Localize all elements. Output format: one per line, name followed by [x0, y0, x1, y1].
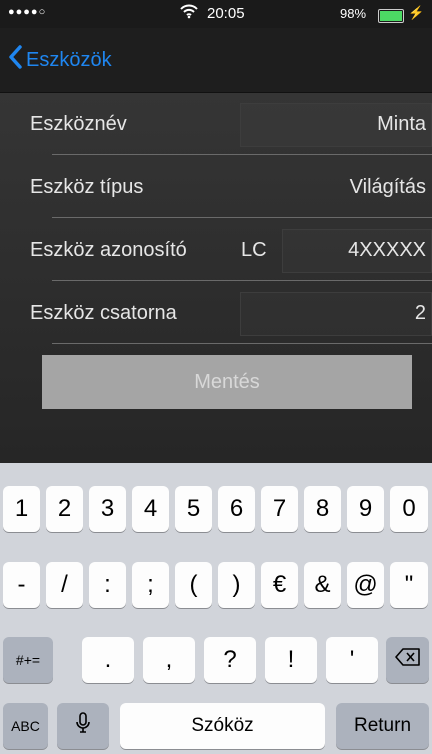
key-exclamation[interactable]: ! [265, 637, 317, 683]
delete-key[interactable] [386, 637, 429, 683]
device-channel-input[interactable]: 2 [415, 302, 426, 325]
key-7[interactable]: 7 [261, 486, 298, 532]
key-hyphen[interactable]: - [3, 562, 40, 608]
battery-percent: 98% [340, 6, 367, 21]
key-3[interactable]: 3 [89, 486, 126, 532]
space-key[interactable]: Szóköz [120, 703, 325, 749]
divider [52, 217, 432, 218]
form-row-device-id: Eszköz azonosító LC 4XXXXX [0, 219, 432, 281]
key-5[interactable]: 5 [175, 486, 212, 532]
navigation-bar: Eszközök [0, 28, 432, 93]
microphone-icon [75, 711, 91, 742]
key-slash[interactable]: / [46, 562, 83, 608]
key-apostrophe[interactable]: ' [326, 637, 378, 683]
charging-icon: ⚡ [408, 5, 425, 20]
form-row-device-channel: Eszköz csatorna 2 [0, 282, 432, 344]
key-open-paren[interactable]: ( [175, 562, 212, 608]
key-semicolon[interactable]: ; [132, 562, 169, 608]
key-question[interactable]: ? [204, 637, 256, 683]
device-form: Eszköznév Minta Eszköz típus Világítás E… [0, 93, 432, 463]
wifi-icon [180, 3, 198, 23]
key-at[interactable]: @ [347, 562, 384, 608]
backspace-icon [394, 646, 421, 674]
device-type-label: Eszköz típus [30, 176, 144, 198]
signal-strength: ●●●●○ [8, 6, 47, 18]
divider [52, 343, 432, 344]
battery-icon [378, 9, 404, 23]
divider [52, 280, 432, 281]
key-1[interactable]: 1 [3, 486, 40, 532]
dictation-key[interactable] [57, 703, 109, 749]
key-9[interactable]: 9 [347, 486, 384, 532]
device-type-value[interactable]: Világítás [350, 176, 426, 199]
device-id-prefix: LC [241, 239, 267, 261]
status-bar: ●●●●○ 20:05 98% ⚡ [0, 0, 432, 28]
save-button[interactable]: Mentés [42, 355, 412, 409]
key-quote[interactable]: " [390, 562, 428, 608]
back-button[interactable]: Eszközök [8, 44, 112, 76]
key-close-paren[interactable]: ) [218, 562, 255, 608]
key-4[interactable]: 4 [132, 486, 169, 532]
key-more-symbols[interactable]: #+= [3, 637, 53, 683]
key-ampersand[interactable]: & [304, 562, 341, 608]
form-row-device-name: Eszköznév Minta [0, 93, 432, 155]
chevron-left-icon [8, 45, 26, 75]
key-abc[interactable]: ABC [3, 703, 48, 749]
form-row-device-type: Eszköz típus Világítás [0, 156, 432, 218]
device-name-input[interactable]: Minta [377, 113, 426, 136]
device-channel-label: Eszköz csatorna [30, 302, 177, 324]
device-id-label: Eszköz azonosító [30, 239, 187, 261]
numeric-keyboard: 1 2 3 4 5 6 7 8 9 0 - / : ; ( ) € & @ " … [0, 463, 432, 754]
key-6[interactable]: 6 [218, 486, 255, 532]
key-2[interactable]: 2 [46, 486, 83, 532]
key-8[interactable]: 8 [304, 486, 341, 532]
key-comma[interactable]: , [143, 637, 195, 683]
device-channel-field-box [240, 292, 432, 336]
key-0[interactable]: 0 [390, 486, 428, 532]
key-euro[interactable]: € [261, 562, 298, 608]
divider [52, 154, 432, 155]
key-period[interactable]: . [82, 637, 134, 683]
return-key[interactable]: Return [336, 703, 429, 749]
key-colon[interactable]: : [89, 562, 126, 608]
device-id-input[interactable]: 4XXXXX [348, 239, 426, 262]
back-button-label: Eszközök [26, 48, 112, 71]
status-time: 20:05 [207, 5, 245, 22]
device-name-label: Eszköznév [30, 113, 127, 135]
